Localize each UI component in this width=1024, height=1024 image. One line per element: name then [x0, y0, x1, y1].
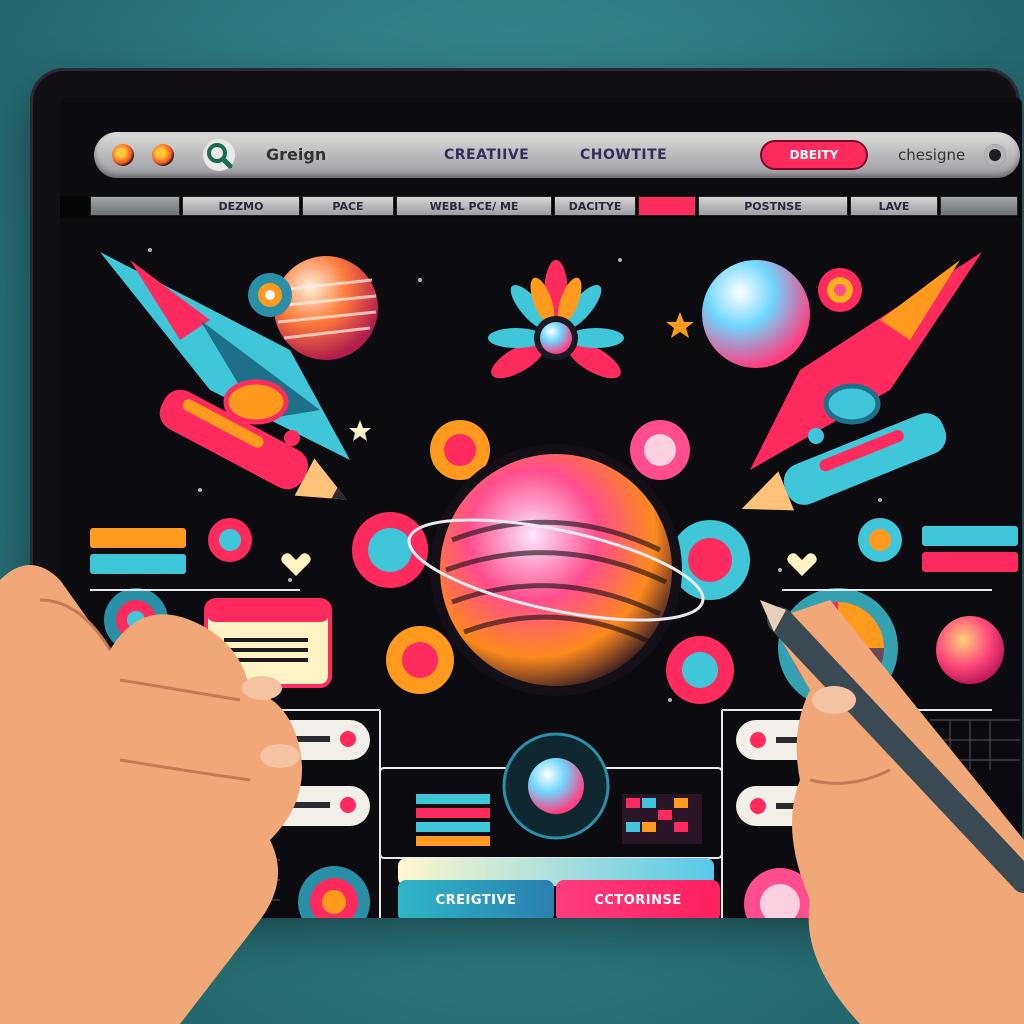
tab-blank[interactable]: [90, 196, 180, 216]
tab-pace[interactable]: PACE: [302, 196, 394, 216]
tab-dacitye[interactable]: DACITYE: [554, 196, 636, 216]
window-dot-icon[interactable]: [152, 144, 174, 166]
nav-link-creative[interactable]: CREATIIVE: [444, 147, 529, 163]
star-icon: [349, 420, 371, 441]
mini-bars: [416, 794, 490, 846]
customize-button[interactable]: CCTORINSE: [556, 880, 720, 918]
tab-blank[interactable]: [940, 196, 1018, 216]
planet-icon: [274, 256, 378, 360]
tab-lave[interactable]: LAVE: [850, 196, 938, 216]
tab-dezmo[interactable]: DEZMO: [182, 196, 300, 216]
pen-icon: [741, 413, 947, 511]
top-toolbar: Greign CREATIIVE CHOWTITE DBEITY chesign…: [94, 132, 1020, 178]
brand-name: Greign: [266, 145, 327, 164]
heart-icon: [787, 553, 817, 576]
tab-postnse[interactable]: POSTNSE: [698, 196, 848, 216]
star-icon: [666, 312, 694, 338]
tab-strip: DEZMO PACE WEBL PCE/ ME DACITYE POSTNSE …: [60, 196, 1022, 218]
right-hand: [760, 600, 1024, 1024]
tab-active-indicator[interactable]: [638, 196, 696, 216]
left-hand: [0, 565, 302, 1024]
nav-link-chowtite[interactable]: CHOWTITE: [580, 147, 667, 163]
user-label: chesigne: [898, 146, 966, 164]
search-icon[interactable]: [202, 138, 236, 172]
orb-icon: [702, 260, 810, 368]
action-button[interactable]: DBEITY: [762, 142, 866, 168]
knob-icon[interactable]: [528, 758, 584, 814]
flower-icon: [488, 260, 624, 379]
tab-webl-pce[interactable]: WEBL PCE/ ME: [396, 196, 552, 216]
color-swatch-grid[interactable]: [622, 794, 702, 844]
creative-button[interactable]: CREIGTIVE: [398, 880, 554, 918]
settings-toggle[interactable]: [984, 144, 1006, 166]
window-dot-icon[interactable]: [112, 144, 134, 166]
